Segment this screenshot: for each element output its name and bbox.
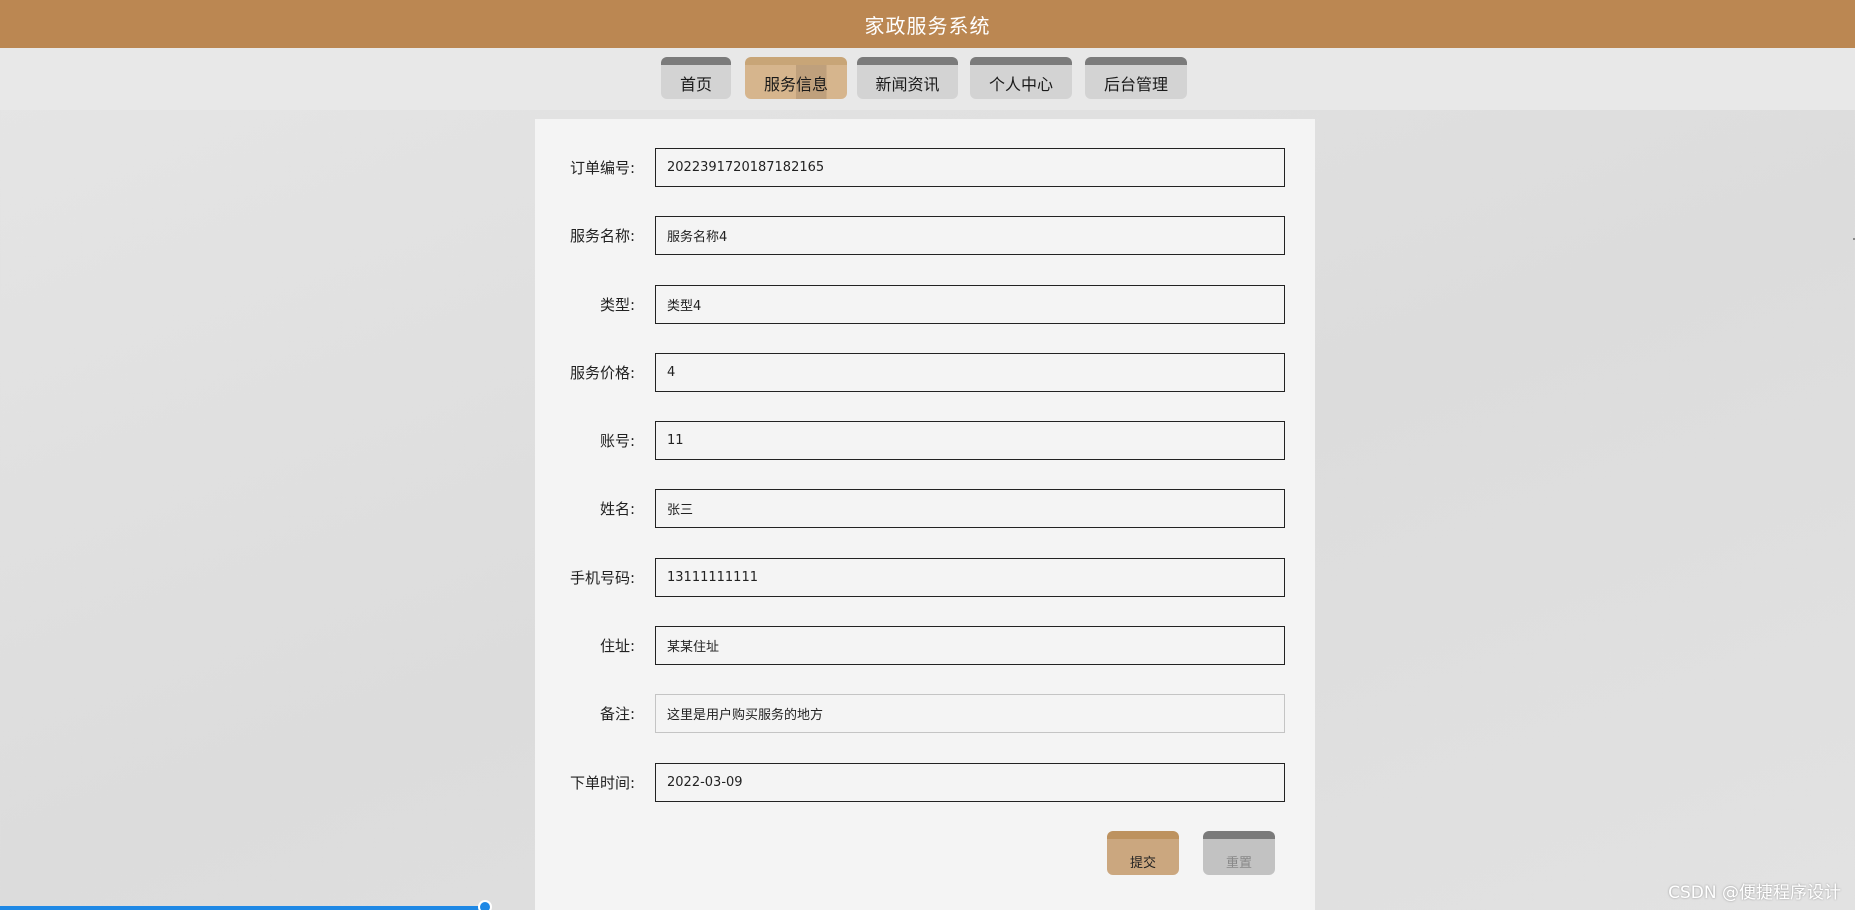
service-price-label: 服务价格:: [569, 364, 635, 382]
account-input[interactable]: [655, 421, 1285, 460]
type-label: 类型:: [599, 296, 635, 314]
order-time-input[interactable]: [655, 763, 1285, 802]
progress-handle[interactable]: [478, 900, 492, 910]
order-time-label: 下单时间:: [569, 774, 635, 792]
app-header: 家政服务系统: [0, 0, 1855, 48]
form-row-phone: 手机号码:: [535, 558, 1315, 598]
address-label: 住址:: [599, 637, 635, 655]
type-input[interactable]: [655, 285, 1285, 324]
order-number-label: 订单编号:: [569, 159, 635, 177]
nav-item-admin[interactable]: 后台管理: [1085, 57, 1187, 99]
form-row-type: 类型:: [535, 285, 1315, 325]
form-row-remark: 备注:: [535, 694, 1315, 734]
form-row-address: 住址:: [535, 626, 1315, 666]
order-number-input[interactable]: [655, 148, 1285, 187]
form-row-account: 账号:: [535, 421, 1315, 461]
nav-item-service-info[interactable]: 服务信息: [745, 57, 847, 99]
app-title: 家政服务系统: [864, 13, 991, 38]
nav-item-personal-center[interactable]: 个人中心: [970, 57, 1072, 99]
service-name-input[interactable]: [655, 216, 1285, 255]
watermark-text: CSDN @便捷程序设计: [1668, 883, 1841, 903]
service-price-input[interactable]: [655, 353, 1285, 392]
address-input[interactable]: [655, 626, 1285, 665]
account-label: 账号:: [599, 432, 635, 450]
form-row-order-time: 下单时间:: [535, 763, 1315, 803]
form-row-order-number: 订单编号:: [535, 148, 1315, 188]
nav-item-home[interactable]: 首页: [661, 57, 731, 99]
top-nav: 首页 服务信息 新闻资讯 个人中心 后台管理: [0, 48, 1855, 110]
form-row-service-name: 服务名称:: [535, 216, 1315, 256]
name-input[interactable]: [655, 489, 1285, 528]
phone-label: 手机号码:: [569, 569, 635, 587]
remark-input[interactable]: [655, 694, 1285, 733]
service-name-label: 服务名称:: [569, 227, 635, 245]
progress-bar: [0, 906, 486, 910]
order-form-panel: 订单编号: 服务名称: 类型: 服务价格: 账号: 姓名: 手机号码: 住址: …: [535, 119, 1315, 910]
nav-item-news[interactable]: 新闻资讯: [857, 57, 958, 99]
submit-button[interactable]: 提交: [1107, 831, 1179, 875]
phone-input[interactable]: [655, 558, 1285, 597]
form-row-name: 姓名:: [535, 489, 1315, 529]
form-row-service-price: 服务价格:: [535, 353, 1315, 393]
name-label: 姓名:: [599, 500, 635, 518]
reset-button[interactable]: 重置: [1203, 831, 1275, 875]
remark-label: 备注:: [599, 705, 635, 723]
